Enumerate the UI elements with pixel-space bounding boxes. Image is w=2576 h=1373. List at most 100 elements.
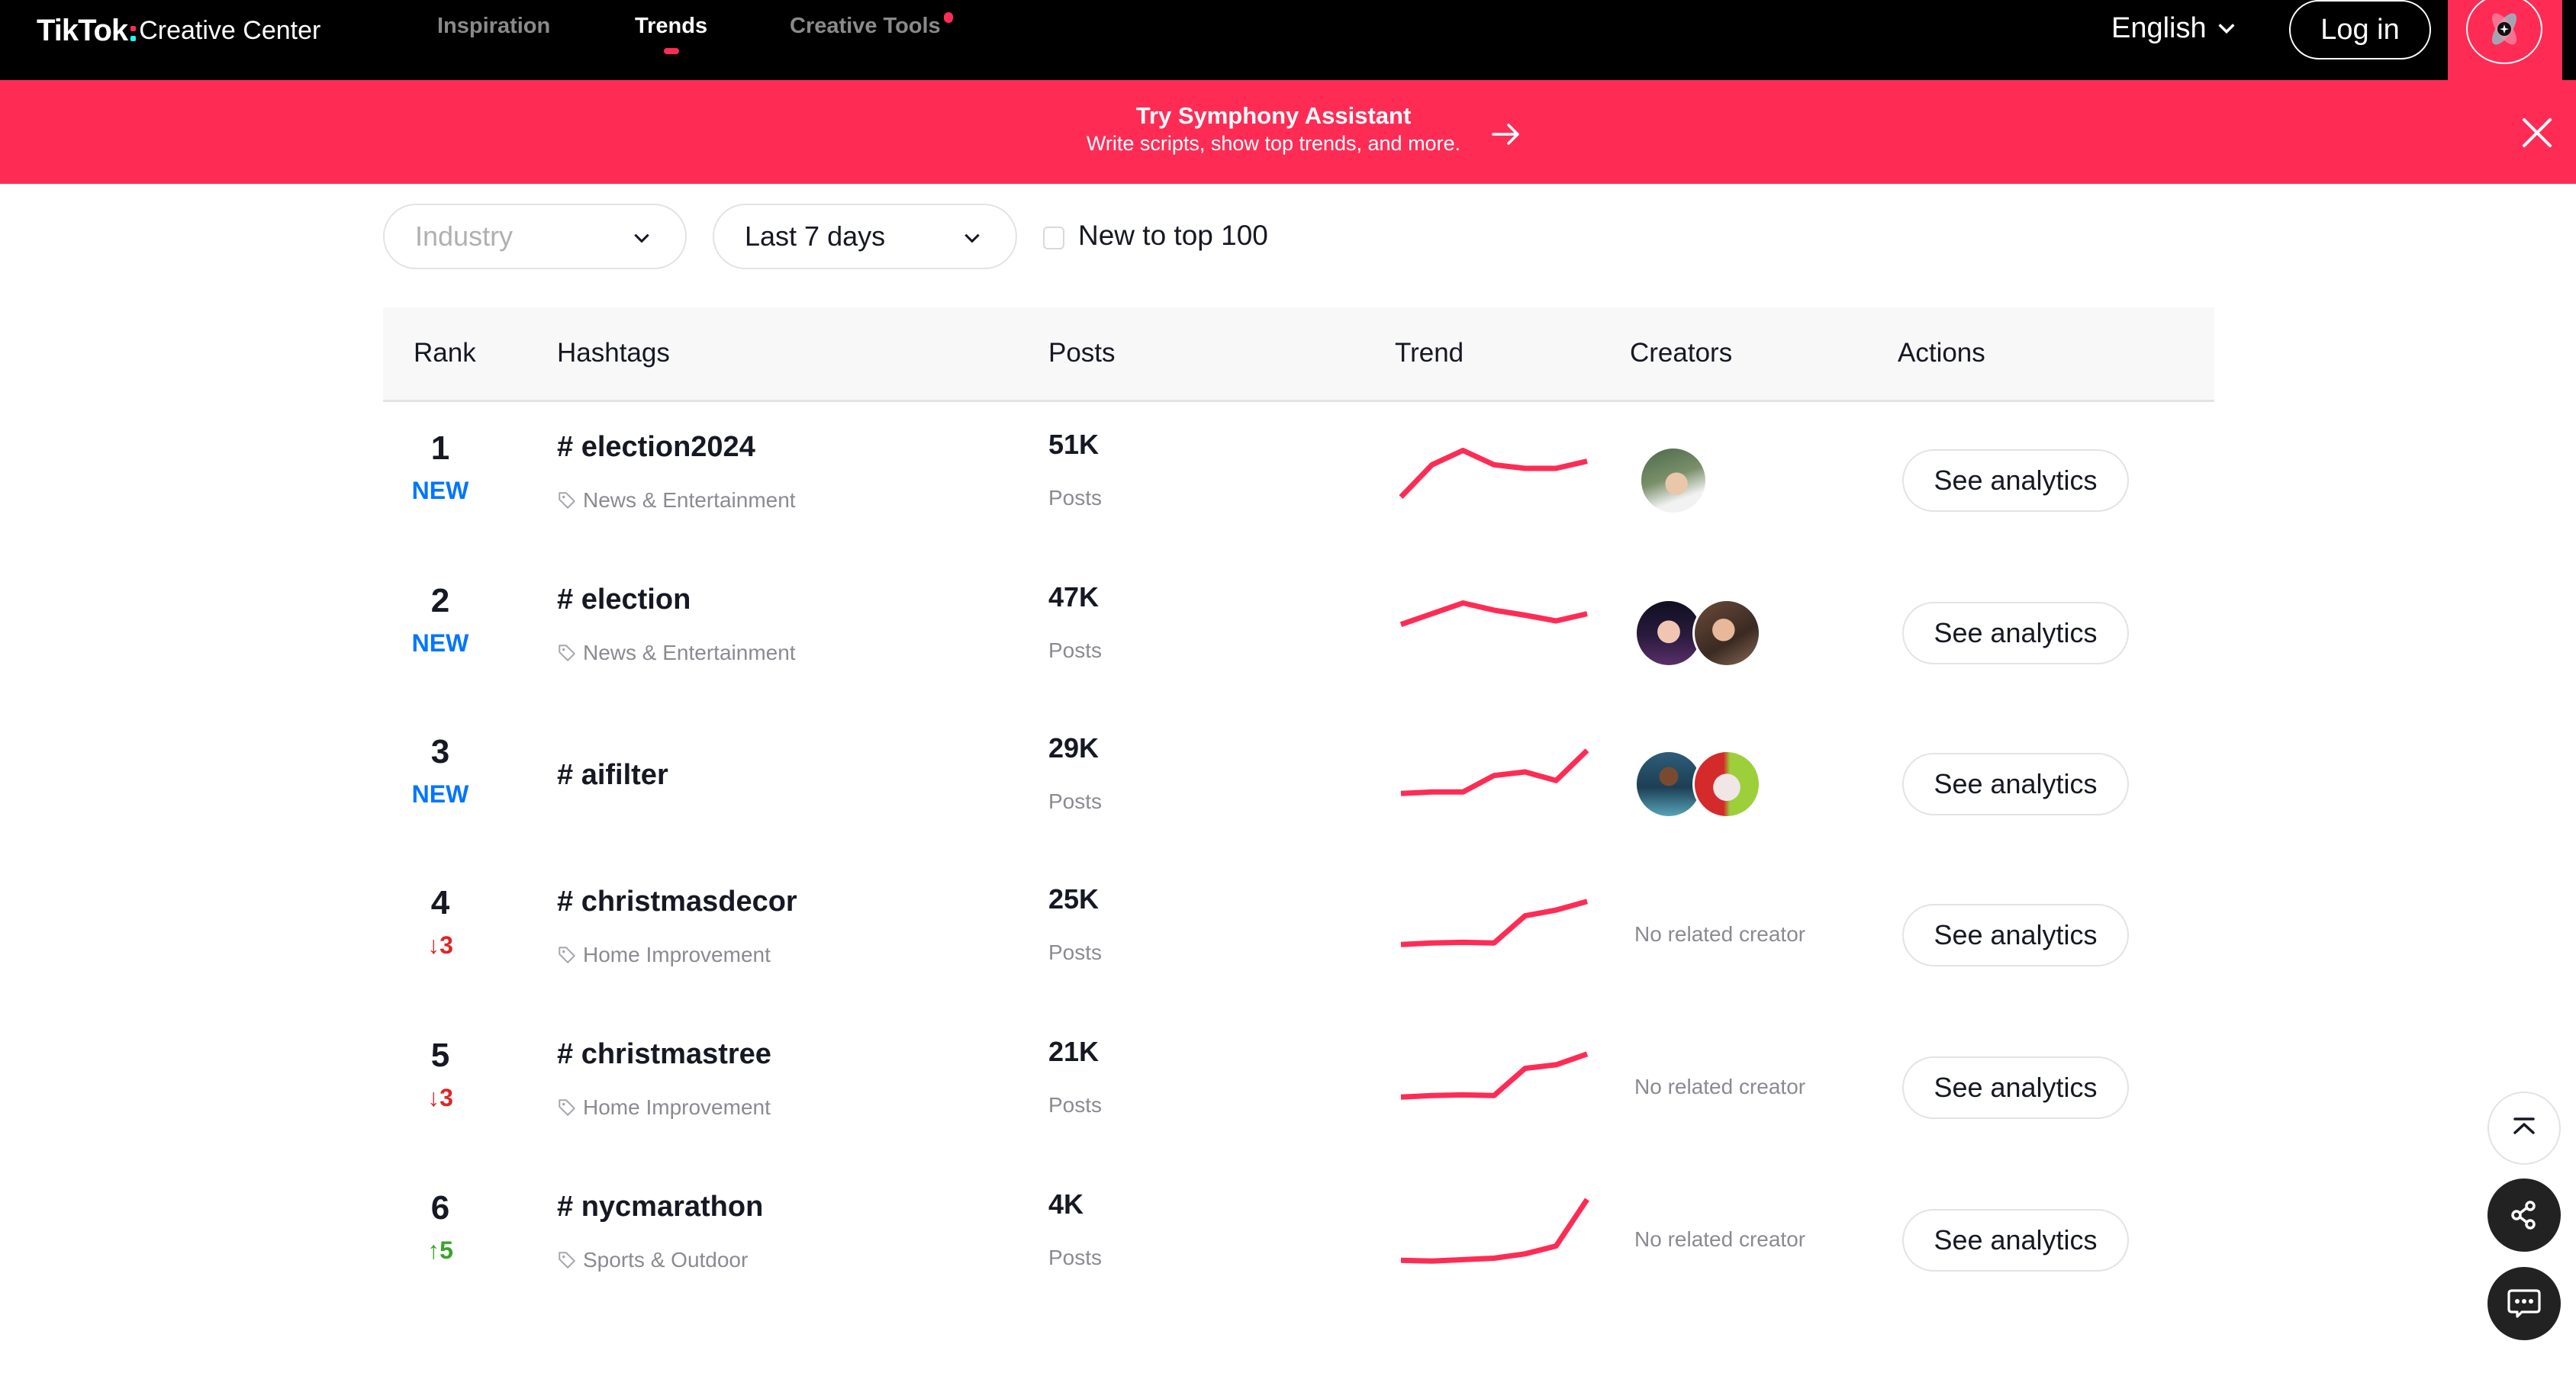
table-row-2[interactable]: 2 NEW # election News & Entertainment 47… [383, 556, 2214, 708]
table-row-5[interactable]: 5 ↓3 # christmastree Home Improvement 21… [383, 1011, 2214, 1162]
trend-sparkline [1400, 899, 1588, 947]
new-to-top-100-label[interactable]: New to top 100 [1078, 220, 1268, 252]
period-select-value: Last 7 days [745, 220, 886, 252]
posts-count: 21K [1048, 1036, 1100, 1067]
industry-label: News & Entertainment [583, 641, 796, 664]
arrow-right-icon[interactable] [1490, 118, 1522, 150]
nav-trends[interactable]: Trends [635, 14, 708, 54]
creator-avatars [1634, 599, 1761, 669]
close-icon [2523, 118, 2552, 147]
hashtag-name[interactable]: # election2024 [557, 431, 755, 464]
banner-text: Try Symphony Assistant Write scripts, sh… [1071, 101, 1476, 156]
rank-number: 6 [430, 1189, 450, 1227]
rank-up-badge: ↑5 [427, 1236, 453, 1264]
creator-avatar-man-holding-book[interactable] [1639, 446, 1708, 515]
rank-number: 2 [430, 582, 450, 619]
trend-line [1400, 748, 1589, 796]
posts-count: 51K [1048, 429, 1100, 460]
logo-colon-icon [130, 20, 137, 41]
trend-sparkline [1400, 1051, 1589, 1100]
table-row-3[interactable]: 3 NEW # aifilter 29K Posts See analytics [383, 707, 2214, 859]
table-row-1[interactable]: 1 NEW # election2024 News & Entertainmen… [383, 404, 2214, 555]
table-row-4[interactable]: 4 ↓3 # christmasdecor Home Improvement 2… [383, 858, 2214, 1010]
creator-avatars [1634, 750, 1761, 820]
trend-line [1400, 1051, 1589, 1100]
header-trend: Trend [1395, 338, 1464, 368]
posts-count: 25K [1048, 883, 1100, 915]
see-analytics-button[interactable]: See analytics [1902, 602, 2129, 664]
back-to-top-icon [2513, 1117, 2535, 1134]
creator-avatars [1639, 446, 1708, 516]
period-select[interactable]: Last 7 days [713, 204, 1017, 269]
trend-line [1400, 1198, 1589, 1264]
nav-creative-tools[interactable]: Creative Tools [790, 12, 953, 39]
chevron-down-icon [964, 233, 980, 243]
hashtag-table-header: Rank Hashtags Posts Trend Creators Actio… [383, 307, 2214, 402]
new-badge: NEW [411, 629, 469, 657]
new-to-top-100-checkbox[interactable] [1043, 227, 1064, 249]
rank-number: 5 [430, 1037, 450, 1074]
industry-label: Sports & Outdoor [583, 1248, 749, 1272]
rank-number: 1 [430, 429, 450, 467]
trend-line [1400, 899, 1588, 947]
tiktok-creative-center-logo[interactable]: TikTok Creative Center [37, 8, 320, 53]
industry-tag: Sports & Outdoor [557, 1248, 748, 1272]
header-rank: Rank [414, 338, 476, 368]
nav-inspiration[interactable]: Inspiration [437, 14, 550, 39]
header-posts: Posts [1048, 338, 1116, 368]
posts-count: 47K [1048, 581, 1100, 613]
chat-icon [2507, 1289, 2541, 1318]
symphony-assistant-button[interactable] [2466, 0, 2542, 64]
nav-trends-label: Trends [635, 14, 708, 38]
login-button[interactable]: Log in [2289, 0, 2431, 59]
chat-button[interactable] [2487, 1267, 2561, 1340]
symphony-assistant-tab[interactable] [2448, 0, 2562, 80]
industry-select-placeholder: Industry [415, 220, 514, 252]
header-creators: Creators [1630, 338, 1733, 368]
tag-icon [559, 1252, 575, 1268]
posts-label: Posts [1048, 638, 1103, 662]
posts-label: Posts [1048, 1246, 1103, 1269]
rank-down-badge: ↓3 [427, 931, 453, 959]
industry-tag: News & Entertainment [557, 488, 796, 513]
see-analytics-button[interactable]: See analytics [1902, 753, 2129, 815]
industry-label: Home Improvement [583, 943, 771, 966]
language-selector[interactable]: English [2111, 9, 2237, 47]
see-analytics-button[interactable]: See analytics [1902, 449, 2129, 512]
posts-label: Posts [1048, 789, 1103, 813]
language-label: English [2111, 11, 2207, 44]
industry-select[interactable]: Industry [383, 204, 687, 269]
header-hashtags: Hashtags [557, 338, 670, 368]
hashtag-name[interactable]: # christmastree [557, 1038, 771, 1071]
new-badge: NEW [411, 477, 469, 504]
rank-down-badge: ↓3 [427, 1084, 453, 1111]
symphony-promo-banner[interactable]: Try Symphony Assistant Write scripts, sh… [0, 80, 2576, 184]
hashtag-name[interactable]: # christmasdecor [557, 886, 797, 918]
trend-line [1399, 600, 1588, 628]
posts-count: 4K [1048, 1188, 1084, 1220]
hashtag-name[interactable]: # nycmarathon [557, 1191, 763, 1223]
see-analytics-button[interactable]: See analytics [1902, 904, 2129, 966]
trend-sparkline [1400, 748, 1589, 796]
banner-subtitle: Write scripts, show top trends, and more… [1086, 132, 1461, 155]
logo-product: Creative Center [139, 15, 321, 45]
see-analytics-button[interactable]: See analytics [1902, 1209, 2129, 1272]
table-row-6[interactable]: 6 ↑5 # nycmarathon Sports & Outdoor 4K P… [383, 1163, 2214, 1315]
symphony-assistant-icon [2491, 13, 2517, 45]
back-to-top-button[interactable] [2487, 1092, 2561, 1165]
creator-avatar-joker-makeup[interactable] [1692, 750, 1761, 818]
industry-label: News & Entertainment [583, 488, 796, 512]
no-related-creator: No related creator [1634, 922, 1806, 946]
banner-close-button[interactable] [2521, 117, 2553, 149]
hashtag-name[interactable]: # election [557, 584, 691, 616]
new-badge: NEW [411, 780, 469, 808]
active-indicator [663, 48, 679, 54]
banner-title: Try Symphony Assistant [1135, 102, 1412, 129]
see-analytics-button[interactable]: See analytics [1902, 1056, 2129, 1119]
hashtag-name[interactable]: # aifilter [557, 759, 668, 792]
share-button[interactable] [2487, 1178, 2561, 1252]
industry-label: Home Improvement [583, 1095, 771, 1119]
nav-creative-tools-label: Creative Tools [790, 14, 941, 38]
trend-sparkline [1400, 1198, 1589, 1264]
creator-avatar-woman-brown-hair[interactable] [1692, 599, 1761, 667]
